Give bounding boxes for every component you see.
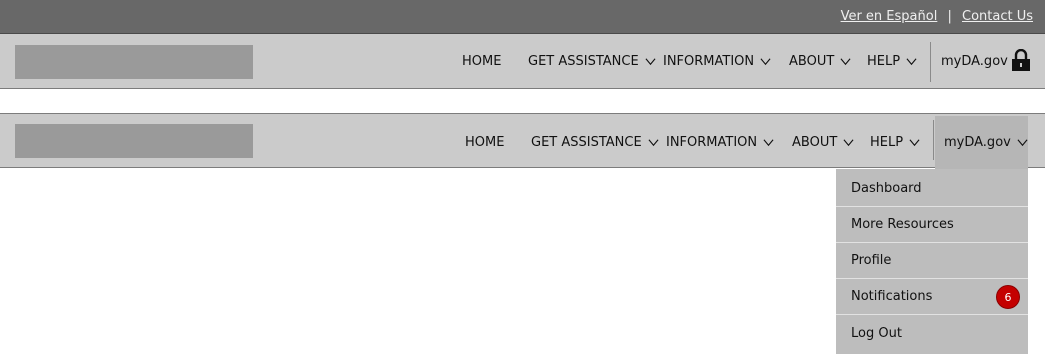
menu-item-profile[interactable]: Profile <box>836 243 1028 279</box>
menu-item-more-resources[interactable]: More Resources <box>836 207 1028 243</box>
chevron-down-icon <box>763 138 774 146</box>
nav-information-label: INFORMATION <box>666 134 758 150</box>
nav-get-assistance-label: GET ASSISTANCE <box>528 53 639 69</box>
nav-home-label: HOME <box>462 53 502 69</box>
chevron-down-icon <box>645 57 656 65</box>
menu-item-label: Notifications <box>851 289 933 304</box>
nav-help-label: HELP <box>867 53 901 69</box>
nav-help-label: HELP <box>870 134 904 150</box>
nav-home[interactable]: HOME <box>465 132 504 152</box>
nav-get-assistance[interactable]: GET ASSISTANCE <box>528 51 656 71</box>
menu-item-label: Log Out <box>851 325 902 341</box>
nav-divider <box>933 120 934 160</box>
site-logo[interactable] <box>15 45 253 79</box>
utility-separator: | <box>947 9 952 24</box>
nav-information-label: INFORMATION <box>663 53 755 69</box>
account-menu-toggle[interactable]: myDA.gov <box>935 116 1028 169</box>
lock-icon[interactable] <box>1011 49 1031 71</box>
chevron-down-icon <box>760 57 771 65</box>
menu-item-label: Profile <box>851 253 892 268</box>
nav-about[interactable]: ABOUT <box>792 132 854 152</box>
chevron-down-icon <box>843 138 854 146</box>
main-navbar-default: HOME GET ASSISTANCE INFORMATION ABOUT HE… <box>0 34 1045 89</box>
nav-information[interactable]: INFORMATION <box>663 51 771 71</box>
utility-links: Ver en Español | Contact Us <box>841 9 1033 24</box>
nav-get-assistance[interactable]: GET ASSISTANCE <box>531 132 659 152</box>
nav-help[interactable]: HELP <box>867 51 917 71</box>
nav-account-label: myDA.gov <box>944 134 1011 150</box>
account-dropdown-menu: Dashboard More Resources Profile Notific… <box>836 169 1028 354</box>
nav-account[interactable]: myDA.gov <box>944 132 1028 152</box>
chevron-down-icon <box>648 138 659 146</box>
nav-divider <box>930 42 931 82</box>
nav-information[interactable]: INFORMATION <box>666 132 774 152</box>
spanish-language-link[interactable]: Ver en Español <box>841 9 938 24</box>
chevron-down-icon <box>1017 138 1028 146</box>
site-logo[interactable] <box>15 124 253 158</box>
nav-home-label: HOME <box>465 134 505 150</box>
menu-item-label: More Resources <box>851 217 954 232</box>
main-navbar-logged-in: HOME GET ASSISTANCE INFORMATION ABOUT HE… <box>0 113 1045 169</box>
nav-account-login[interactable]: myDA.gov <box>941 51 1008 71</box>
chevron-down-icon <box>840 57 851 65</box>
chevron-down-icon <box>909 138 920 146</box>
utility-bar: Ver en Español | Contact Us <box>0 0 1045 34</box>
nav-home[interactable]: HOME <box>462 51 501 71</box>
menu-item-dashboard[interactable]: Dashboard <box>836 171 1028 207</box>
menu-item-label: Dashboard <box>851 181 922 196</box>
nav-get-assistance-label: GET ASSISTANCE <box>531 134 642 150</box>
menu-item-log-out[interactable]: Log Out <box>836 315 1028 351</box>
nav-about-label: ABOUT <box>789 53 835 69</box>
notification-count-badge: 6 <box>996 285 1020 309</box>
nav-help[interactable]: HELP <box>870 132 920 152</box>
chevron-down-icon <box>906 57 917 65</box>
menu-item-notifications[interactable]: Notifications 6 <box>836 279 1028 315</box>
contact-us-link[interactable]: Contact Us <box>962 9 1033 24</box>
nav-about-label: ABOUT <box>792 134 838 150</box>
nav-account-label: myDA.gov <box>941 53 1008 69</box>
nav-about[interactable]: ABOUT <box>789 51 851 71</box>
